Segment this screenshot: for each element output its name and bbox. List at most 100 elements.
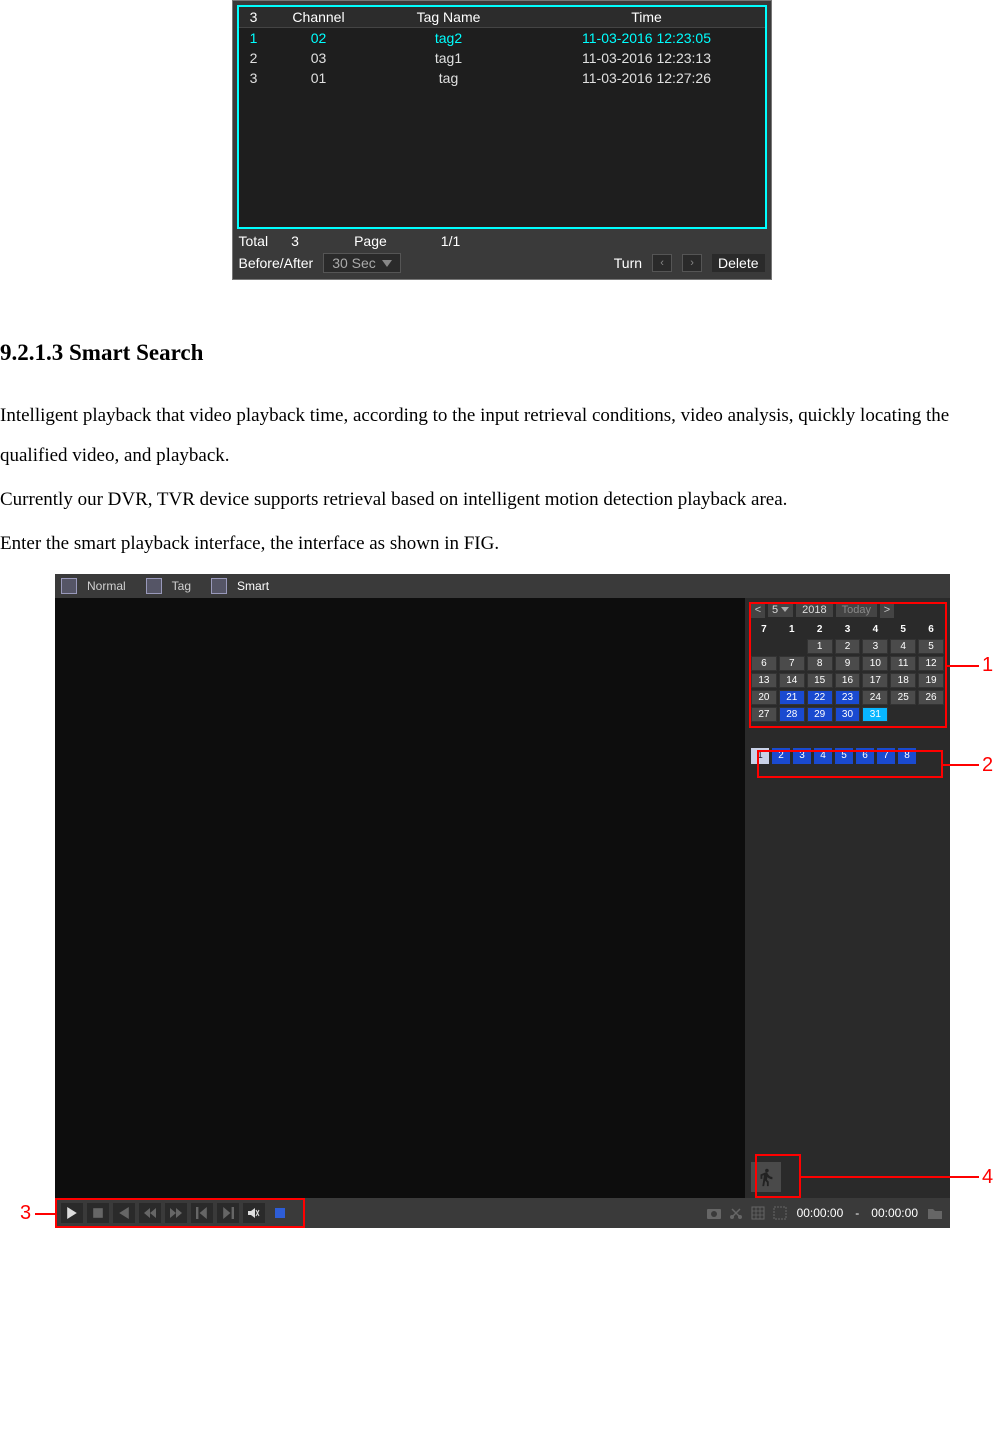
calendar-day (751, 639, 777, 654)
callout-label-4: 4 (982, 1166, 993, 1189)
col-time: Time (529, 9, 765, 25)
play-button[interactable] (61, 1203, 83, 1223)
channel-button[interactable]: 6 (856, 748, 874, 764)
tab-smart[interactable]: Smart (231, 579, 285, 593)
step-back-button[interactable] (191, 1203, 213, 1223)
channel-button[interactable]: 4 (814, 748, 832, 764)
callout-line (35, 1213, 55, 1215)
cell-idx: 1 (239, 30, 269, 46)
calendar-day[interactable]: 25 (890, 690, 916, 705)
calendar-day[interactable]: 31 (862, 707, 888, 722)
channel-button[interactable]: 3 (793, 748, 811, 764)
table-row[interactable]: 3 01 tag 11-03-2016 12:27:26 (239, 68, 765, 88)
channel-button[interactable]: 1 (751, 748, 769, 764)
before-after-select[interactable]: 30 Sec (323, 253, 401, 273)
calendar-day[interactable]: 21 (779, 690, 805, 705)
cell-tag: tag2 (369, 30, 529, 46)
callout-label-3: 3 (20, 1202, 31, 1225)
calendar-day[interactable]: 12 (918, 656, 944, 671)
record-stop-button[interactable] (269, 1203, 291, 1223)
table-row[interactable]: 1 02 tag2 11-03-2016 12:23:05 (239, 28, 765, 48)
clip-button[interactable] (727, 1204, 745, 1222)
calendar-day[interactable]: 24 (862, 690, 888, 705)
channel-button[interactable]: 2 (772, 748, 790, 764)
calendar-day[interactable]: 13 (751, 673, 777, 688)
calendar-day[interactable]: 8 (807, 656, 833, 671)
step-forward-button[interactable] (217, 1203, 239, 1223)
table-row[interactable]: 2 03 tag1 11-03-2016 12:23:13 (239, 48, 765, 68)
calendar-day[interactable]: 6 (751, 656, 777, 671)
calendar-day[interactable]: 1 (807, 639, 833, 654)
prev-month-button[interactable]: < (751, 602, 765, 618)
month-select[interactable]: 5 (768, 603, 793, 617)
calendar-dow: 7 (751, 622, 777, 637)
calendar-day[interactable]: 11 (890, 656, 916, 671)
calendar-day[interactable]: 2 (835, 639, 861, 654)
calendar-day[interactable]: 4 (890, 639, 916, 654)
calendar-day[interactable]: 14 (779, 673, 805, 688)
next-page-button[interactable]: › (682, 254, 702, 272)
calendar-day[interactable]: 26 (918, 690, 944, 705)
calendar-header: < 5 2018 Today > (751, 602, 944, 618)
snapshot-button[interactable] (705, 1204, 723, 1222)
calendar-day[interactable]: 27 (751, 707, 777, 722)
calendar-day[interactable]: 18 (890, 673, 916, 688)
cell-tag: tag (369, 70, 529, 86)
tab-tag[interactable]: Tag (166, 579, 207, 593)
calendar-day[interactable]: 3 (862, 639, 888, 654)
calendar-day[interactable]: 5 (918, 639, 944, 654)
calendar-day[interactable]: 19 (918, 673, 944, 688)
smart-search-motion-button[interactable] (751, 1162, 781, 1192)
calendar-day[interactable]: 28 (779, 707, 805, 722)
calendar-day (890, 707, 916, 722)
calendar-dow: 5 (890, 622, 916, 637)
stop-button[interactable] (87, 1203, 109, 1223)
time-start: 00:00:00 (793, 1206, 848, 1220)
calendar-dow: 4 (862, 622, 888, 637)
calendar-day[interactable]: 15 (807, 673, 833, 688)
today-button[interactable]: Today (836, 603, 877, 617)
year-value[interactable]: 2018 (796, 603, 832, 617)
calendar-day[interactable]: 22 (807, 690, 833, 705)
total-label: Total (239, 233, 269, 249)
channel-button[interactable]: 5 (835, 748, 853, 764)
video-viewport[interactable] (55, 598, 745, 1198)
calendar-day[interactable]: 10 (862, 656, 888, 671)
calendar-day[interactable]: 9 (835, 656, 861, 671)
zoom-button[interactable] (749, 1204, 767, 1222)
rewind-button[interactable] (113, 1203, 135, 1223)
calendar-day[interactable]: 16 (835, 673, 861, 688)
tab-normal[interactable]: Normal (81, 579, 142, 593)
callout-label-2: 2 (982, 754, 993, 777)
calendar-day[interactable]: 17 (862, 673, 888, 688)
turn-label: Turn (614, 255, 642, 271)
playback-sidebar: < 5 2018 Today > 7123456 123456789101112… (745, 598, 950, 1198)
calendar-day[interactable]: 30 (835, 707, 861, 722)
smart-playback-panel: Normal Tag Smart < 5 2018 Today > (55, 574, 950, 1228)
channel-button[interactable]: 7 (877, 748, 895, 764)
region-button[interactable] (771, 1204, 789, 1222)
next-month-button[interactable]: > (880, 602, 894, 618)
open-folder-button[interactable] (926, 1204, 944, 1222)
chevron-down-icon (781, 607, 789, 612)
cell-ch: 02 (269, 30, 369, 46)
calendar-day (779, 639, 805, 654)
fast-rewind-button[interactable] (139, 1203, 161, 1223)
channel-button[interactable]: 8 (898, 748, 916, 764)
cell-idx: 3 (239, 70, 269, 86)
calendar-grid: 7123456 (751, 622, 944, 637)
delete-button[interactable]: Delete (712, 254, 764, 272)
calendar-day[interactable]: 23 (835, 690, 861, 705)
callout-line (947, 665, 979, 667)
cell-time: 11-03-2016 12:27:26 (529, 70, 765, 86)
calendar-day[interactable]: 29 (807, 707, 833, 722)
calendar-day[interactable]: 20 (751, 690, 777, 705)
tag-table: 3 Channel Tag Name Time 1 02 tag2 11-03-… (237, 5, 767, 229)
mute-button[interactable] (243, 1203, 265, 1223)
calendar-day[interactable]: 7 (779, 656, 805, 671)
fast-forward-button[interactable] (165, 1203, 187, 1223)
paragraph: Enter the smart playback interface, the … (0, 524, 1003, 564)
chevron-down-icon (382, 260, 392, 267)
tag-table-header: 3 Channel Tag Name Time (239, 7, 765, 28)
prev-page-button[interactable]: ‹ (652, 254, 672, 272)
